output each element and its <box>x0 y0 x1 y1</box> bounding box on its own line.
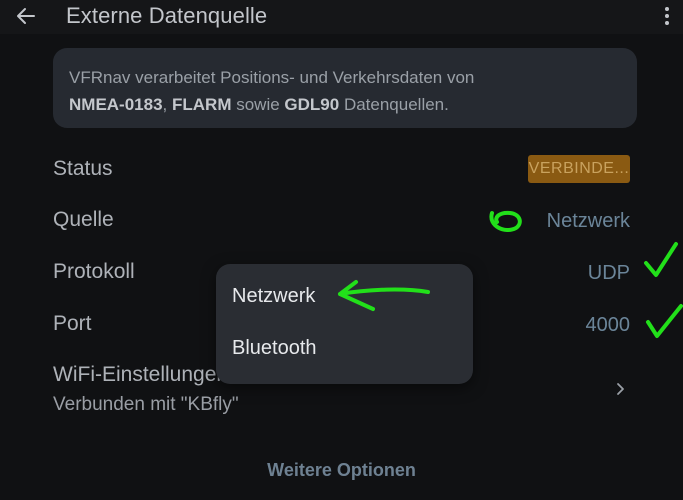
info-protocol-nmea: NMEA-0183 <box>69 95 163 114</box>
wifi-settings-label[interactable]: WiFi-Einstellungen <box>53 363 228 387</box>
chevron-right-icon[interactable] <box>613 381 627 397</box>
status-badge: VERBINDE... <box>528 155 630 183</box>
protocol-label[interactable]: Protokoll <box>53 260 135 284</box>
source-label[interactable]: Quelle <box>53 208 114 232</box>
annotation-check-1 <box>644 242 678 277</box>
more-options-button[interactable]: Weitere Optionen <box>0 460 683 481</box>
dropdown-option-network[interactable]: Netzwerk <box>232 285 315 308</box>
info-protocol-gdl90: GDL90 <box>284 95 340 114</box>
info-card: VFRnav verarbeitet Positions- und Verkeh… <box>53 48 637 128</box>
protocol-value[interactable]: UDP <box>588 262 630 285</box>
info-separator: , <box>162 95 168 114</box>
info-tail: Datenquellen. <box>339 95 449 114</box>
info-mid: sowie <box>231 95 285 114</box>
wifi-connection-status: Verbunden mit "KBfly" <box>53 394 239 415</box>
info-line1: VFRnav verarbeitet Positions- und Verkeh… <box>69 68 475 87</box>
port-label[interactable]: Port <box>53 312 92 336</box>
annotation-circle <box>489 210 522 233</box>
annotation-check-2 <box>646 304 683 338</box>
arrow-left-icon[interactable] <box>14 4 38 28</box>
info-text: VFRnav verarbeitet Positions- und Verkeh… <box>69 64 621 118</box>
status-label: Status <box>53 157 113 180</box>
source-value[interactable]: Netzwerk <box>547 210 630 233</box>
source-dropdown-menu: Netzwerk Bluetooth <box>216 264 473 384</box>
dropdown-option-bluetooth[interactable]: Bluetooth <box>232 337 317 360</box>
port-value[interactable]: 4000 <box>586 314 631 337</box>
app-bar: Externe Datenquelle <box>0 0 683 34</box>
info-protocol-flarm: FLARM <box>172 95 232 114</box>
page-title: Externe Datenquelle <box>66 3 268 28</box>
more-vert-icon[interactable] <box>661 5 673 27</box>
